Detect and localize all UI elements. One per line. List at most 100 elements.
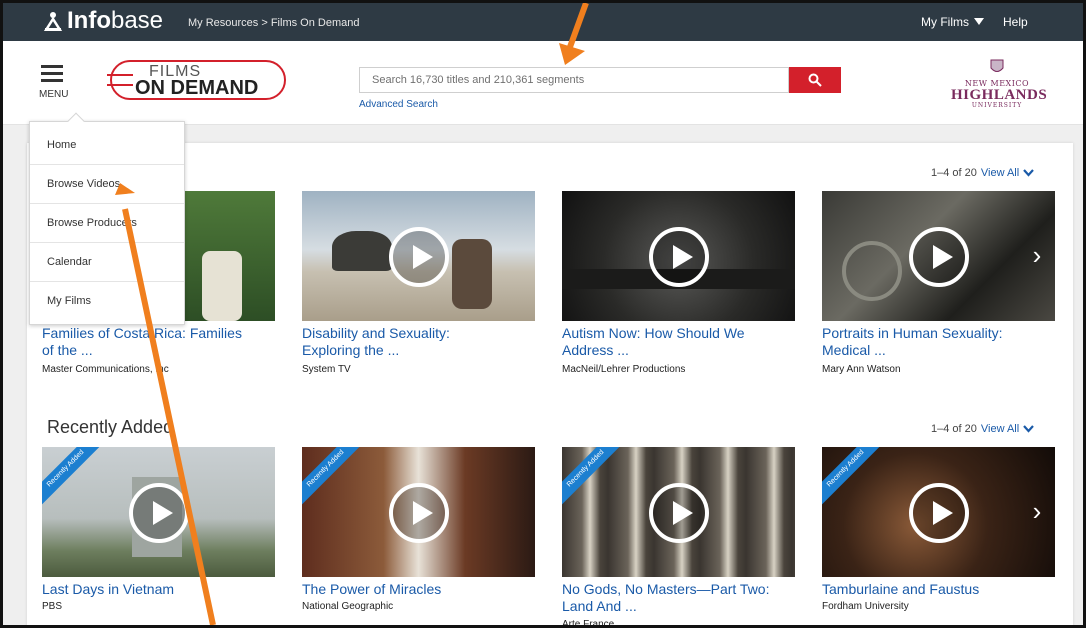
university-line-3: UNIVERSITY [971, 102, 1023, 109]
play-button[interactable] [389, 227, 449, 287]
play-icon [933, 501, 953, 525]
title-line-1: Disability and Sexuality: [302, 325, 450, 341]
video-title[interactable]: No Gods, No Masters—Part Two: Land And ..… [562, 581, 802, 615]
video-producer[interactable]: Mary Ann Watson [822, 364, 901, 375]
video-producer[interactable]: Master Communications, Inc [42, 364, 169, 375]
title-line-2: Land And ... [562, 598, 637, 614]
brand-info: Info [67, 7, 111, 34]
video-producer[interactable]: Fordham University [822, 601, 909, 612]
play-icon [673, 245, 693, 269]
play-button[interactable] [649, 483, 709, 543]
play-icon [413, 245, 433, 269]
search-icon [808, 73, 822, 87]
video-title[interactable]: Disability and Sexuality: Exploring the .… [302, 325, 542, 359]
hamburger-bar [41, 79, 63, 82]
main-menu-dropdown: Home Browse Videos Browse Producers Cale… [29, 112, 185, 325]
title-line-1: Autism Now: How Should We [562, 325, 745, 341]
chevron-down-icon[interactable] [1023, 169, 1035, 177]
search-input[interactable] [360, 68, 788, 92]
section2-count-text: 1–4 of 20 [931, 423, 977, 435]
brand-base: base [110, 7, 164, 34]
title-line-2: Medical ... [822, 342, 886, 358]
recently-added-ribbon: Recently Added [42, 447, 108, 511]
thumb-scene [842, 241, 902, 301]
my-films-label: My Films [921, 15, 969, 29]
video-producer[interactable]: System TV [302, 364, 351, 375]
play-button[interactable] [909, 483, 969, 543]
section-heading: Recently Added [47, 417, 174, 437]
video-thumbnail[interactable]: Recently Added › [822, 447, 1055, 577]
films-on-demand-logo[interactable]: FILMS ON DEMAND [107, 55, 287, 105]
play-icon [933, 245, 953, 269]
video-producer[interactable]: Arte France [562, 619, 614, 625]
search-box [359, 67, 789, 93]
video-title[interactable]: Last Days in Vietnam [42, 581, 282, 598]
video-producer[interactable]: National Geographic [302, 601, 393, 612]
infobase-logo[interactable]: Info base [43, 9, 163, 33]
university-crest-icon [990, 59, 1004, 72]
section2-view-all[interactable]: View All [981, 423, 1019, 435]
site-header: MENU FILMS ON DEMAND Advanced Search NEW… [3, 41, 1083, 125]
browser-frame: Info base My Resources > Films On Demand … [0, 0, 1086, 628]
recently-added-ribbon: Recently Added [302, 447, 368, 511]
recently-added-ribbon: Recently Added [562, 447, 628, 511]
title-line-1: The Power of Miracles [302, 581, 442, 597]
thumb-scene [202, 251, 242, 321]
logo-bottom: ON DEMAND [135, 77, 258, 99]
video-thumbnail[interactable]: › [822, 191, 1055, 321]
video-title[interactable]: Tamburlaine and Faustus [822, 581, 1062, 598]
title-line-1: No Gods, No Masters—Part Two: [562, 581, 770, 597]
title-line-1: Families of Costa Rica: Families [42, 325, 242, 341]
help-link[interactable]: Help [1003, 15, 1028, 29]
title-line-2: Address ... [562, 342, 629, 358]
video-title[interactable]: Portraits in Human Sexuality: Medical ... [822, 325, 1062, 359]
hamburger-bar [41, 72, 63, 75]
university-logo[interactable]: NEW MEXICO HIGHLANDS UNIVERSITY [951, 59, 1048, 117]
play-button[interactable] [389, 483, 449, 543]
video-producer[interactable]: PBS [42, 601, 62, 612]
chevron-right-icon[interactable]: › [1022, 235, 1052, 275]
title-line-1: Last Days in Vietnam [42, 581, 175, 597]
video-producer[interactable]: MacNeil/Lehrer Productions [562, 364, 685, 375]
video-title[interactable]: The Power of Miracles [302, 581, 542, 598]
menu-item-browse-videos[interactable]: Browse Videos [30, 165, 184, 204]
my-films-menu[interactable]: My Films [921, 15, 984, 29]
section2-count: 1–4 of 20 View All [931, 423, 1035, 435]
menu-label: MENU [39, 89, 69, 100]
breadcrumb[interactable]: My Resources > Films On Demand [188, 17, 359, 29]
menu-item-my-films[interactable]: My Films [30, 282, 184, 321]
section1-count: 1–4 of 20 View All [931, 167, 1035, 179]
video-thumbnail[interactable] [562, 191, 795, 321]
advanced-search-link[interactable]: Advanced Search [359, 99, 438, 110]
title-line-1: Portraits in Human Sexuality: [822, 325, 1003, 341]
section1-count-text: 1–4 of 20 [931, 167, 977, 179]
video-title[interactable]: Autism Now: How Should We Address ... [562, 325, 802, 359]
caret-down-icon [974, 18, 984, 25]
play-icon [673, 501, 693, 525]
recently-added-ribbon: Recently Added [822, 447, 888, 511]
play-icon [413, 501, 433, 525]
play-button[interactable] [909, 227, 969, 287]
top-bar: Info base My Resources > Films On Demand … [3, 3, 1083, 41]
chevron-right-icon[interactable]: › [1022, 491, 1052, 531]
thumb-scene [332, 231, 392, 271]
chevron-down-icon[interactable] [1023, 425, 1035, 433]
video-thumbnail[interactable] [302, 191, 535, 321]
video-title[interactable]: Families of Costa Rica: Families of the .… [42, 325, 282, 359]
person-icon [43, 12, 63, 31]
menu-button[interactable]: MENU [39, 61, 75, 103]
play-button[interactable] [649, 227, 709, 287]
title-line-1: Tamburlaine and Faustus [822, 581, 980, 597]
video-thumbnail[interactable]: Recently Added [562, 447, 795, 577]
play-button[interactable] [129, 483, 189, 543]
thumb-scene [452, 239, 492, 309]
video-thumbnail[interactable]: Recently Added [302, 447, 535, 577]
menu-item-calendar[interactable]: Calendar [30, 243, 184, 282]
section1-view-all[interactable]: View All [981, 167, 1019, 179]
menu-item-browse-producers[interactable]: Browse Producers [30, 204, 184, 243]
search-button[interactable] [789, 67, 841, 93]
title-line-2: of the ... [42, 342, 93, 358]
university-line-2: HIGHLANDS [951, 87, 1048, 103]
video-thumbnail[interactable]: Recently Added [42, 447, 275, 577]
menu-item-home[interactable]: Home [30, 126, 184, 165]
